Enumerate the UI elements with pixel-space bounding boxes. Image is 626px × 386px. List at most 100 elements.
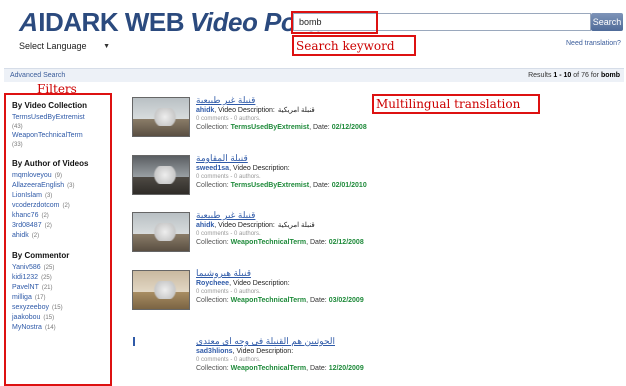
results-total: 76 (581, 72, 589, 79)
commentor-count: (25) (41, 275, 52, 281)
commentor-filter-item[interactable]: kidi1232 (25) (12, 273, 104, 283)
description-label: , Video Description: (232, 348, 294, 355)
commentor-name: jaakobou (12, 314, 41, 321)
results-of: of (573, 72, 580, 79)
collection-link[interactable]: WeaponTechnicalTerm (231, 239, 306, 246)
collection-line: Collection: TermsUsedByExtremist, Date: … (196, 181, 526, 191)
collection-line: Collection: TermsUsedByExtremist, Date: … (196, 123, 526, 133)
commentor-filter-title: By Commentor (12, 251, 70, 260)
author-filter-item[interactable]: vcoderzdotcom (2) (12, 201, 104, 211)
video-description-line: sad3hlions, Video Description: (196, 347, 526, 356)
author-count: (2) (41, 213, 49, 219)
thumbnail-smoke (151, 108, 179, 126)
video-title-link[interactable]: الحوثيين هم القنبلة في وجه اي معتدي (196, 336, 526, 347)
commentor-count: (15) (51, 305, 63, 311)
language-select[interactable]: Select Language ▼ (17, 39, 113, 53)
date-label: , Date: (309, 124, 330, 131)
commentor-filter-item[interactable]: milliga (17) (12, 293, 104, 303)
author-filter-item[interactable]: 3rd08487 (2) (12, 221, 104, 231)
collection-label: Collection: (196, 182, 229, 189)
video-thumbnail[interactable] (132, 97, 190, 137)
commentor-name: Yaniv586 (12, 264, 41, 271)
collection-filter-item[interactable]: WeaponTechnicalTerm (12, 131, 104, 141)
portal-logo[interactable]: AIDARK WEB Video Portal (16, 7, 335, 38)
collection-filter-item[interactable]: TermsUsedByExtremist (12, 113, 104, 123)
commentor-filter-item[interactable]: MyNostra (14) (12, 323, 104, 333)
upload-date: 02/12/2008 (328, 239, 364, 246)
video-title-link[interactable]: قنبلة المقاومة (196, 153, 526, 164)
collection-line: Collection: WeaponTechnicalTerm, Date: 0… (196, 238, 526, 248)
upload-date: 02/01/2010 (331, 182, 367, 189)
video-thumbnail[interactable] (132, 212, 190, 252)
collection-filter-count: (33) (12, 142, 23, 148)
upload-date: 03/02/2009 (328, 297, 364, 304)
video-description-line: Roycheee, Video Description: (196, 279, 526, 288)
uploader-link[interactable]: ahidk (196, 107, 214, 114)
author-filter-item[interactable]: LionIslam (3) (12, 191, 104, 201)
results-range: 1 - 10 (553, 72, 572, 79)
author-count: (9) (54, 173, 63, 179)
video-title-link[interactable]: قنبلة غير طبيعية (196, 95, 526, 106)
chevron-down-icon: ▼ (103, 42, 110, 50)
comments-summary: 0 comments - 0 authors. (196, 174, 261, 180)
collection-link[interactable]: WeaponTechnicalTerm (231, 297, 306, 304)
collection-link[interactable]: TermsUsedByExtremist (231, 182, 309, 189)
author-count: (2) (62, 203, 70, 209)
author-filter-group: By Author of Videos mqmloveyou (9) Allaze… (12, 159, 104, 241)
search-keyword-highlight (291, 11, 378, 34)
logo-name: IDARK WEB (38, 7, 184, 37)
video-description-line: ahidk, Video Description: قنبلة امريكية (196, 106, 526, 115)
comments-summary: 0 comments - 0 authors. (196, 116, 261, 122)
commentor-filter-item[interactable]: jaakobou (15) (12, 313, 104, 323)
arabic-description: قنبلة امريكية (277, 222, 315, 229)
author-filter-item[interactable]: ahidk (2) (12, 231, 104, 241)
uploader-link[interactable]: Roycheee (196, 280, 229, 287)
uploader-link[interactable]: sweed1sa (196, 165, 229, 172)
upload-date: 02/12/2008 (331, 124, 367, 131)
commentor-filter-item[interactable]: PavelNT (21) (12, 283, 104, 293)
author-name: ahidk (12, 232, 29, 239)
thumbnail-smoke (151, 281, 179, 299)
commentor-name: PavelNT (12, 284, 39, 291)
filters-panel: By Video Collection TermsUsedByExtremist… (4, 93, 112, 386)
video-result-body: قنبلة غير طبيعية ahidk, Video Descriptio… (196, 210, 526, 248)
video-description-line: sweed1sa, Video Description: (196, 164, 526, 173)
date-label: , Date: (306, 239, 327, 246)
author-count: (2) (31, 233, 40, 239)
author-name: 3rd08487 (12, 222, 42, 229)
video-description-line: ahidk, Video Description: قنبلة امريكية (196, 221, 526, 230)
date-label: , Date: (309, 182, 330, 189)
video-thumbnail[interactable] (132, 155, 190, 195)
description-label: , Video Description: (214, 222, 275, 229)
uploader-link[interactable]: ahidk (196, 222, 214, 229)
description-label: , Video Description: (229, 165, 290, 172)
description-label: , Video Description: (214, 107, 275, 114)
commentor-count: (14) (44, 325, 56, 331)
advanced-search-link[interactable]: Advanced Search (10, 72, 65, 79)
collection-link[interactable]: WeaponTechnicalTerm (231, 365, 306, 372)
video-result-body: قنبلة المقاومة sweed1sa, Video Descripti… (196, 153, 526, 191)
collection-label: Collection: (196, 124, 229, 131)
commentor-filter-item[interactable]: sexyzeeboy (15) (12, 303, 104, 313)
commentor-filter-group: By Commentor Yaniv586 (25) kidi1232 (25) P… (12, 251, 104, 333)
description-label: , Video Description: (229, 280, 290, 287)
commentor-filter-item[interactable]: Yaniv586 (25) (12, 263, 104, 273)
uploader-link[interactable]: sad3hlions (196, 348, 233, 355)
author-filter-item[interactable]: AllazeeraEnglish (3) (12, 181, 104, 191)
author-name: LionIslam (12, 192, 42, 199)
author-name: vcoderzdotcom (12, 202, 60, 209)
collection-link[interactable]: TermsUsedByExtremist (231, 124, 309, 131)
commentor-name: sexyzeeboy (12, 304, 49, 311)
commentor-name: kidi1232 (12, 274, 39, 281)
author-filter-item[interactable]: mqmloveyou (9) (12, 171, 104, 181)
video-title-link[interactable]: قنبلة هيروشيما (196, 268, 526, 279)
video-thumbnail[interactable] (132, 270, 190, 310)
video-title-link[interactable]: قنبلة غير طبيعية (196, 210, 526, 221)
author-filter-item[interactable]: khanc76 (2) (12, 211, 104, 221)
video-result-body: الحوثيين هم القنبلة في وجه اي معتدي sad3… (196, 336, 526, 374)
need-translation-link[interactable]: Need translation? (566, 40, 621, 47)
collection-label: Collection: (196, 365, 229, 372)
collection-line: Collection: WeaponTechnicalTerm, Date: 1… (196, 364, 526, 374)
search-button[interactable]: Search (591, 13, 623, 31)
comments-summary: 0 comments - 0 authors. (196, 289, 261, 295)
